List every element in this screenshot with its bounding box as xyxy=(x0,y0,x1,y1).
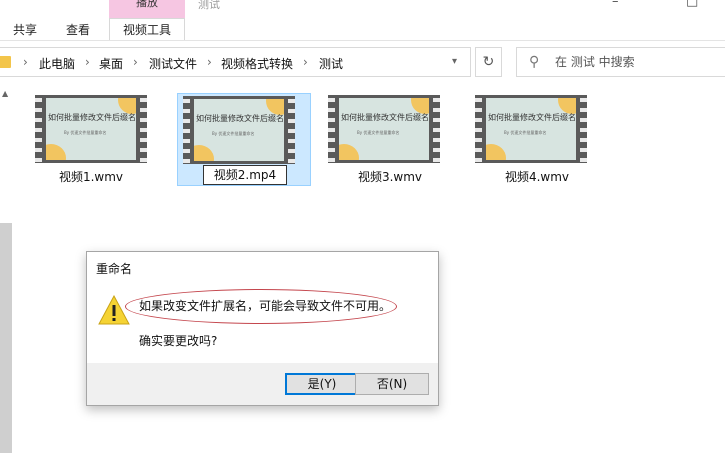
tab-share[interactable]: 共享 xyxy=(13,20,37,40)
ribbon-divider xyxy=(0,40,725,41)
maximize-icon[interactable]: □ xyxy=(686,0,698,9)
yes-button[interactable]: 是(Y) xyxy=(285,373,359,395)
dialog-title: 重命名 xyxy=(96,262,133,276)
search-input[interactable] xyxy=(555,54,715,70)
no-button[interactable]: 否(N) xyxy=(355,373,429,395)
window-title: 测试 xyxy=(198,0,220,11)
search-box[interactable]: ⚲ xyxy=(516,47,725,77)
file-name[interactable]: 视频3.wmv xyxy=(334,168,446,185)
file-item-selected[interactable]: 如何批量修改文件后缀名? By 优速文件批量重命名 视频2.mp4 xyxy=(177,93,311,186)
tab-video-tools[interactable]: 视频工具 xyxy=(109,18,185,41)
address-bar[interactable]: › 此电脑 › 桌面 › 测试文件 › 视频格式转换 › 测试 ▾ xyxy=(0,47,471,77)
refresh-button[interactable]: ↻ xyxy=(475,47,502,77)
file-name[interactable]: 视频1.wmv xyxy=(35,168,147,185)
chevron-right-icon[interactable]: › xyxy=(85,55,90,69)
annotation-ellipse xyxy=(125,289,397,324)
search-icon: ⚲ xyxy=(529,54,540,70)
dialog-question: 确实要更改吗? xyxy=(139,334,218,348)
chevron-right-icon[interactable]: › xyxy=(303,55,308,69)
video-thumbnail: 如何批量修改文件后缀名? By 优速文件批量重命名 xyxy=(475,95,587,163)
chevron-down-icon[interactable]: ▾ xyxy=(452,56,457,67)
minimize-icon[interactable]: – xyxy=(612,0,619,9)
chevron-right-icon[interactable]: › xyxy=(207,55,212,69)
chevron-right-icon[interactable]: › xyxy=(23,55,28,69)
scroll-thumb[interactable] xyxy=(0,223,12,453)
breadcrumb-desktop[interactable]: 桌面 xyxy=(99,55,123,72)
warning-icon xyxy=(98,295,130,325)
breadcrumb-test[interactable]: 测试 xyxy=(319,55,343,72)
breadcrumb-test-files[interactable]: 测试文件 xyxy=(149,55,197,72)
rename-input[interactable]: 视频2.mp4 xyxy=(203,165,287,185)
refresh-icon: ↻ xyxy=(482,54,495,70)
video-thumbnail: 如何批量修改文件后缀名? By 优速文件批量重命名 xyxy=(35,95,147,163)
dialog-footer: 是(Y) 否(N) xyxy=(87,363,438,405)
rename-dialog: 重命名 如果改变文件扩展名，可能会导致文件不可用。 确实要更改吗? 是(Y) 否… xyxy=(86,251,439,406)
file-item[interactable]: 如何批量修改文件后缀名? By 优速文件批量重命名 视频3.wmv xyxy=(328,93,462,186)
breadcrumb-this-pc[interactable]: 此电脑 xyxy=(39,55,75,72)
nav-pane-scrollbar[interactable]: ▲ xyxy=(0,83,12,453)
video-thumbnail: 如何批量修改文件后缀名? By 优速文件批量重命名 xyxy=(328,95,440,163)
file-item[interactable]: 如何批量修改文件后缀名? By 优速文件批量重命名 视频4.wmv xyxy=(475,93,609,186)
scroll-up-icon[interactable]: ▲ xyxy=(2,89,8,98)
file-item[interactable]: 如何批量修改文件后缀名? By 优速文件批量重命名 视频1.wmv xyxy=(35,93,169,186)
chevron-right-icon[interactable]: › xyxy=(133,55,138,69)
context-tab-header: 播放 xyxy=(109,0,185,18)
breadcrumb-video-convert[interactable]: 视频格式转换 xyxy=(221,55,293,72)
video-thumbnail: 如何批量修改文件后缀名? By 优速文件批量重命名 xyxy=(183,96,295,164)
tab-view[interactable]: 查看 xyxy=(66,20,90,40)
file-name[interactable]: 视频4.wmv xyxy=(481,168,593,185)
ribbon: 测试 播放 共享 查看 视频工具 – □ xyxy=(0,0,725,41)
folder-icon xyxy=(0,56,11,68)
